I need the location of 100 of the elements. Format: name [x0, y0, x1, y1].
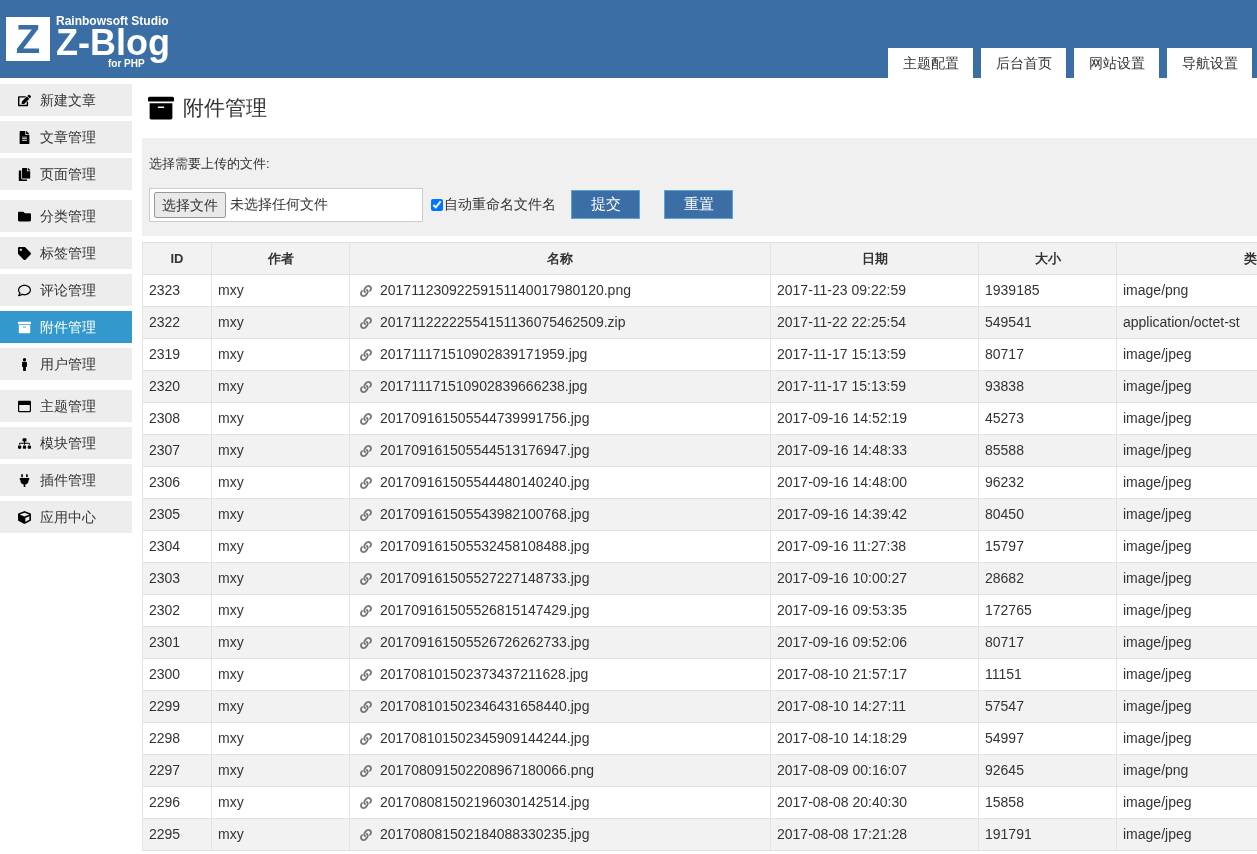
sidebar-item[interactable]: 分类管理 [0, 200, 132, 232]
table-cell-text: image/jpeg [1123, 377, 1192, 396]
table-cell[interactable]: 201708101502346431658440.jpg [380, 696, 590, 717]
sidebar-item[interactable]: 主题管理 [0, 390, 132, 422]
table-cell-text: application/octet-st [1123, 313, 1240, 332]
table-cell-text: 2308 [149, 409, 181, 428]
table-cell[interactable]: 201709161505544513176947.jpg [380, 440, 590, 461]
table-cell[interactable]: 20171123092259151140017980120.png [380, 280, 631, 301]
table-cell-text: 2306 [149, 473, 181, 492]
form-button[interactable]: 提交 [571, 190, 640, 219]
header-tab[interactable]: 网站设置 [1074, 48, 1159, 78]
table-cell-text: 2017-11-17 15:13:59 [777, 377, 906, 396]
table-cell[interactable]: 201708081502196030142514.jpg [380, 792, 590, 813]
table-cell[interactable]: 201708091502208967180066.png [380, 760, 595, 781]
table-cell-text: mxy [218, 729, 244, 748]
table-cell[interactable]: 201709161505544480140240.jpg [380, 472, 590, 493]
link-icon [360, 316, 372, 329]
column-header: 名称 [349, 243, 770, 274]
link-icon [360, 380, 372, 393]
table-cell-text: image/png [1123, 281, 1189, 300]
table-cell-text: image/jpeg [1123, 473, 1192, 492]
sidebar-item[interactable]: 模块管理 [0, 427, 132, 459]
tag-icon [18, 246, 31, 260]
header-tab[interactable]: 后台首页 [981, 48, 1066, 78]
table-cell-text: mxy [218, 377, 244, 396]
table-cell[interactable]: 201711171510902839666238.jpg [380, 376, 588, 397]
table-cell[interactable]: 201709161505543982100768.jpg [380, 504, 590, 525]
table-cell-text: 2017-11-23 09:22:59 [777, 281, 906, 300]
table-cell-text: 2299 [149, 697, 181, 716]
header-tab[interactable]: 导航设置 [1167, 48, 1252, 78]
table-cell-text: 2303 [149, 569, 181, 588]
table-cell-text: 2017-08-10 14:27:11 [777, 697, 906, 716]
checkbox-label[interactable]: 自动重命名文件名 [444, 194, 556, 215]
table-cell-text: 2017-09-16 14:48:33 [777, 441, 907, 460]
table-cell[interactable]: 201711171510902839171959.jpg [380, 344, 588, 365]
table-cell-text: mxy [218, 633, 244, 652]
table-cell-text: 92645 [985, 761, 1024, 780]
table-cell-text: 2297 [149, 761, 181, 780]
sidebar-item[interactable]: 新建文章 [0, 84, 132, 116]
table-cell-text: mxy [218, 473, 244, 492]
table-cell-text: 2323 [149, 281, 181, 300]
choose-file-button[interactable]: 选择文件 [154, 191, 226, 218]
table-cell-text: 96232 [985, 473, 1024, 492]
link-icon [360, 668, 372, 681]
file-input[interactable]: 选择文件 未选择任何文件 [149, 187, 423, 222]
table-cell[interactable]: 201709161505532458108488.jpg [380, 536, 590, 557]
sidebar-item[interactable]: 插件管理 [0, 464, 132, 496]
column-header: 作者 [211, 243, 349, 274]
table-cell-text: image/jpeg [1123, 633, 1192, 652]
file-status: 未选择任何文件 [230, 195, 328, 214]
link-icon [360, 540, 372, 553]
table-cell[interactable]: 201708101502345909144244.jpg [380, 728, 590, 749]
table-cell[interactable]: 201709161505526815147429.jpg [380, 600, 590, 621]
table-cell-text: mxy [218, 281, 244, 300]
table-cell[interactable]: 20171122222554151136075462509.zip [380, 312, 626, 333]
table-cell-text: mxy [218, 793, 244, 812]
sidebar-item[interactable]: 文章管理 [0, 121, 132, 153]
table-cell-text: 2017-09-16 10:00:27 [777, 569, 907, 588]
page-title: 附件管理 [183, 95, 267, 122]
table-cell-text: image/jpeg [1123, 409, 1192, 428]
table-cell-text: 2017-08-10 14:18:29 [777, 729, 907, 748]
table-cell-text: 172765 [985, 601, 1032, 620]
table-cell-text: image/jpeg [1123, 537, 1192, 556]
link-icon [360, 828, 372, 841]
table-cell-text: 2320 [149, 377, 181, 396]
table-cell-text: 2298 [149, 729, 181, 748]
table-cell-text: mxy [218, 505, 244, 524]
auto-rename-checkbox[interactable] [431, 198, 443, 211]
table-cell-text: 80717 [985, 345, 1024, 364]
table-cell-text: 2017-09-16 14:48:00 [777, 473, 907, 492]
pencil-icon [18, 93, 31, 107]
link-icon [360, 444, 372, 457]
header-tab[interactable]: 主题配置 [888, 48, 973, 78]
sidebar-item[interactable]: 页面管理 [0, 158, 132, 190]
sidebar-item[interactable]: 评论管理 [0, 274, 132, 306]
table-cell[interactable]: 201708081502184088330235.jpg [380, 824, 590, 845]
table-cell-text: image/jpeg [1123, 569, 1192, 588]
link-icon [360, 572, 372, 585]
link-icon [360, 700, 372, 713]
table-cell-text: 2017-08-10 21:57:17 [777, 665, 907, 684]
link-icon [360, 764, 372, 777]
table-cell-text: 1939185 [985, 281, 1040, 300]
table-cell-text: image/jpeg [1123, 441, 1192, 460]
table-cell-text: 93838 [985, 377, 1024, 396]
table-cell[interactable]: 201708101502373437211628.jpg [380, 664, 589, 685]
sidebar-item[interactable]: 用户管理 [0, 348, 132, 380]
table-cell-text: mxy [218, 441, 244, 460]
table-cell-text: mxy [218, 569, 244, 588]
table-cell-text: mxy [218, 825, 244, 844]
tree-icon [18, 436, 31, 450]
form-button[interactable]: 重置 [664, 190, 733, 219]
table-cell-text: 2305 [149, 505, 181, 524]
table-cell[interactable]: 201709161505526726262733.jpg [380, 632, 590, 653]
table-cell[interactable]: 201709161505544739991756.jpg [380, 408, 590, 429]
table-cell[interactable]: 201709161505527227148733.jpg [380, 568, 590, 589]
link-icon [360, 796, 372, 809]
sidebar-item[interactable]: 应用中心 [0, 501, 132, 533]
table-cell-text: 57547 [985, 697, 1024, 716]
sidebar-item[interactable]: 标签管理 [0, 237, 132, 269]
cube-icon [18, 510, 31, 524]
